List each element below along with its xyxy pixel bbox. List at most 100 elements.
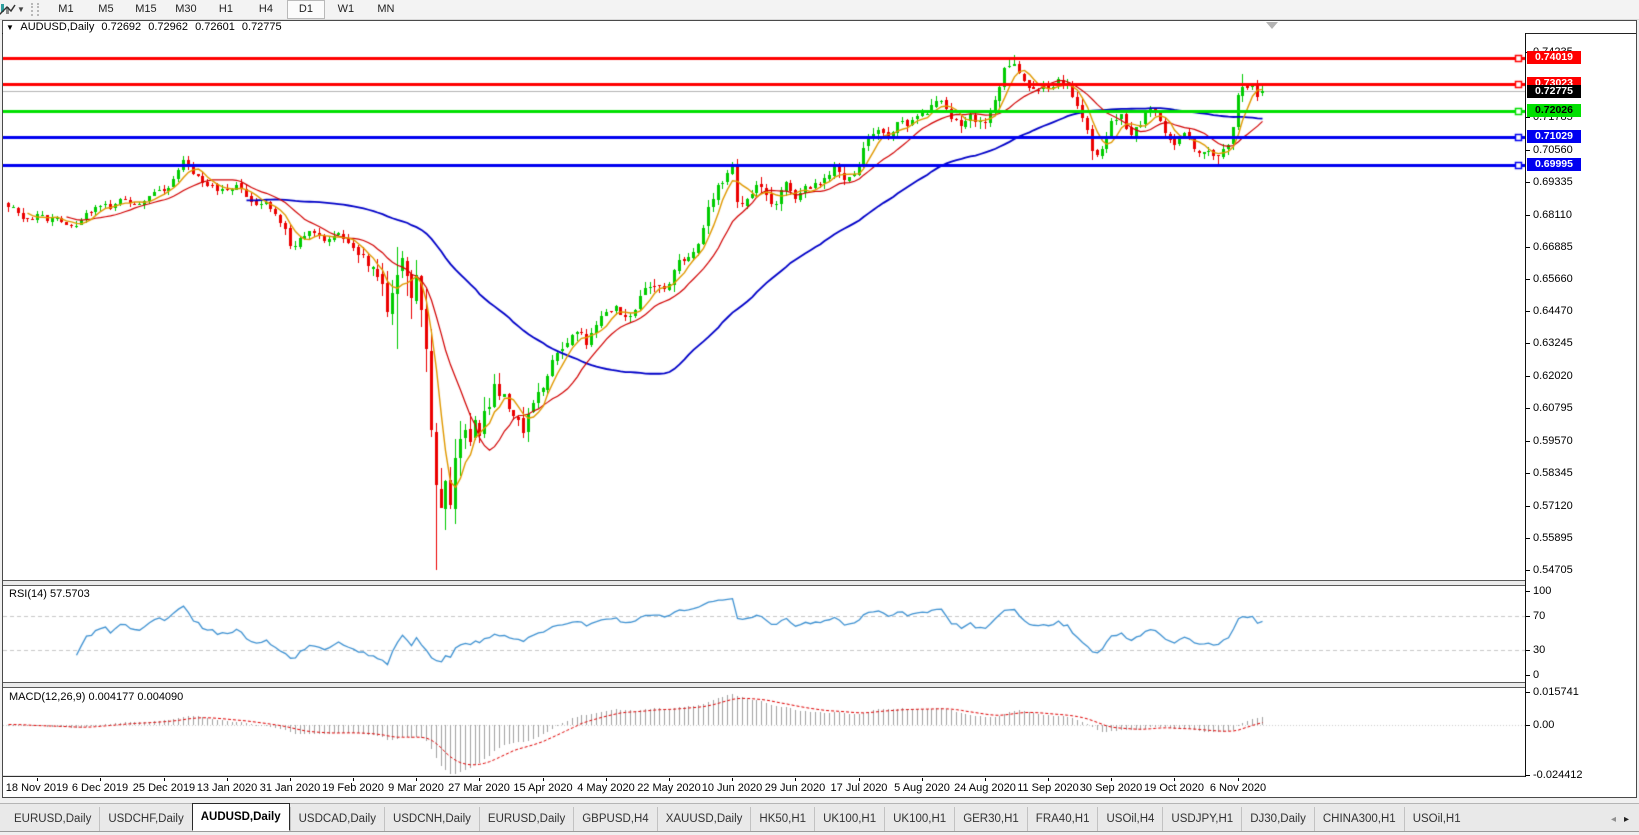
- timeframe-button-mn[interactable]: MN: [367, 0, 405, 19]
- time-tick-mark: [1111, 778, 1112, 781]
- rsi-tick-mark: [1526, 616, 1530, 617]
- pane-divider[interactable]: [3, 682, 1525, 688]
- price-tick-label: 0.69335: [1533, 176, 1573, 188]
- time-tick-mark: [732, 778, 733, 781]
- price-tick-mark: [1526, 215, 1530, 216]
- chart-tab-usdchf-daily[interactable]: USDCHF,Daily: [99, 807, 191, 831]
- chart-tab-usoil-h4[interactable]: USOil,H4: [1097, 807, 1162, 831]
- chart-tab-hk50-h1[interactable]: HK50,H1: [750, 807, 814, 831]
- rsi-tick-label: 100: [1533, 585, 1551, 597]
- rsi-tick-label: 70: [1533, 610, 1545, 622]
- chart-tab-uk100-h1[interactable]: UK100,H1: [814, 807, 884, 831]
- chart-tab-uk100-h1[interactable]: UK100,H1: [884, 807, 954, 831]
- timeframe-button-h4[interactable]: H4: [247, 0, 285, 19]
- price-tick-mark: [1526, 150, 1530, 151]
- chart-tab-eurusd-daily[interactable]: EURUSD,Daily: [479, 807, 573, 831]
- timeframe-button-m5[interactable]: M5: [87, 0, 125, 19]
- time-tick-mark: [985, 778, 986, 781]
- timeframe-buttons: M1M5M15M30H1H4D1W1MN: [46, 0, 406, 19]
- time-tick-mark: [290, 778, 291, 781]
- toolbar-grip: [31, 3, 39, 16]
- time-tick-mark: [1048, 778, 1049, 781]
- price-tick-label: 0.60795: [1533, 402, 1573, 414]
- chart-tab-ger30-h1[interactable]: GER30,H1: [954, 807, 1027, 831]
- macd-label: MACD(12,26,9) 0.004177 0.004090: [9, 691, 183, 703]
- price-tick-label: 0.68110: [1533, 209, 1572, 221]
- chart-cursor-icon[interactable]: [0, 2, 16, 17]
- time-tick-mark: [479, 778, 480, 781]
- rsi-tick-mark: [1526, 675, 1530, 676]
- chart-tab-usdcnh-daily[interactable]: USDCNH,Daily: [384, 807, 479, 831]
- price-tick-mark: [1526, 279, 1530, 280]
- chart-tab-xauusd-daily[interactable]: XAUUSD,Daily: [657, 807, 751, 831]
- mt4-terminal: ▼ M1M5M15M30H1H4D1W1MN ▼ AUDUSD,Daily 0.…: [0, 0, 1639, 835]
- chart-tab-bar: EURUSD,DailyUSDCHF,DailyAUDUSD,DailyUSDC…: [0, 803, 1639, 832]
- chart-tab-china300-h1[interactable]: CHINA300,H1: [1314, 807, 1404, 831]
- price-tick-label: 0.58345: [1533, 467, 1573, 479]
- timeframe-toolbar: ▼ M1M5M15M30H1H4D1W1MN: [0, 0, 1639, 20]
- price-tick-label: 0.70560: [1533, 144, 1573, 156]
- price-tick-mark: [1526, 247, 1530, 248]
- chart-shift-marker[interactable]: [1266, 22, 1278, 29]
- time-tick-mark: [164, 778, 165, 781]
- price-chart-canvas[interactable]: [3, 33, 1525, 777]
- rsi-tick-label: 0: [1533, 669, 1539, 681]
- ohlc-close: 0.72775: [242, 21, 282, 33]
- chart-tab-fra40-h1[interactable]: FRA40,H1: [1027, 807, 1098, 831]
- tab-scroll-left-button[interactable]: ◂: [1607, 814, 1620, 825]
- chart-tab-audusd-daily[interactable]: AUDUSD,Daily: [192, 803, 290, 831]
- collapse-triangle-icon[interactable]: ▼: [6, 23, 14, 32]
- time-tick-mark: [922, 778, 923, 781]
- price-tick-mark: [1526, 117, 1530, 118]
- timeframe-button-m1[interactable]: M1: [47, 0, 85, 19]
- price-axis-area[interactable]: 0.742350.717850.705600.693350.681100.668…: [1526, 20, 1637, 798]
- chart-tab-gbpusd-h4[interactable]: GBPUSD,H4: [573, 807, 656, 831]
- price-level-badge: 0.69995: [1527, 158, 1581, 171]
- price-tick-label: 0.66885: [1533, 241, 1573, 253]
- timeframe-button-w1[interactable]: W1: [327, 0, 365, 19]
- chart-tab-usdcad-daily[interactable]: USDCAD,Daily: [290, 807, 384, 831]
- time-tick-mark: [100, 778, 101, 781]
- time-tick-mark: [37, 778, 38, 781]
- rsi-label: RSI(14) 57.5703: [9, 588, 90, 600]
- chart-tab-usoil-h1[interactable]: USOil,H1: [1404, 807, 1469, 831]
- price-tick-mark: [1526, 473, 1530, 474]
- price-tick-label: 0.63245: [1533, 337, 1573, 349]
- price-tick-label: 0.65660: [1533, 273, 1573, 285]
- ohlc-low: 0.72601: [195, 21, 235, 33]
- macd-tick-mark: [1526, 692, 1530, 693]
- time-tick-mark: [669, 778, 670, 781]
- timeframe-button-d1[interactable]: D1: [287, 0, 325, 19]
- macd-tick-mark: [1526, 775, 1530, 776]
- time-tick-mark: [227, 778, 228, 781]
- macd-tick-label: 0.00: [1533, 719, 1554, 731]
- pane-divider[interactable]: [3, 580, 1525, 586]
- time-tick-label: 6 Nov 2020: [1193, 782, 1283, 794]
- chart-tab-dj30-daily[interactable]: DJ30,Daily: [1241, 807, 1314, 831]
- price-tick-label: 0.55895: [1533, 532, 1573, 544]
- price-level-badge: 0.72026: [1527, 104, 1581, 117]
- price-tick-mark: [1526, 538, 1530, 539]
- price-tick-mark: [1526, 570, 1530, 571]
- timeframe-button-h1[interactable]: H1: [207, 0, 245, 19]
- time-tick-mark: [353, 778, 354, 781]
- time-tick-mark: [543, 778, 544, 781]
- price-tick-label: 0.54705: [1533, 564, 1573, 576]
- chart-title: ▼ AUDUSD,Daily 0.72692 0.72962 0.72601 0…: [3, 21, 286, 33]
- chart-tab-usdjpy-h1[interactable]: USDJPY,H1: [1162, 807, 1241, 831]
- tab-scroll-right-button[interactable]: ▸: [1620, 814, 1633, 825]
- rsi-tick-mark: [1526, 650, 1530, 651]
- current-price-badge: 0.72775: [1527, 85, 1581, 98]
- price-tick-mark: [1526, 343, 1530, 344]
- price-tick-label: 0.64470: [1533, 305, 1573, 317]
- timeframe-button-m15[interactable]: M15: [127, 0, 165, 19]
- chart-tab-eurusd-daily[interactable]: EURUSD,Daily: [6, 807, 99, 831]
- price-tick-mark: [1526, 506, 1530, 507]
- macd-tick-mark: [1526, 725, 1530, 726]
- price-tick-mark: [1526, 441, 1530, 442]
- timeframe-button-m30[interactable]: M30: [167, 0, 205, 19]
- dropdown-caret-icon[interactable]: ▼: [17, 5, 25, 14]
- time-tick-mark: [1238, 778, 1239, 781]
- time-tick-mark: [859, 778, 860, 781]
- chart-symbol: AUDUSD,Daily: [20, 21, 94, 33]
